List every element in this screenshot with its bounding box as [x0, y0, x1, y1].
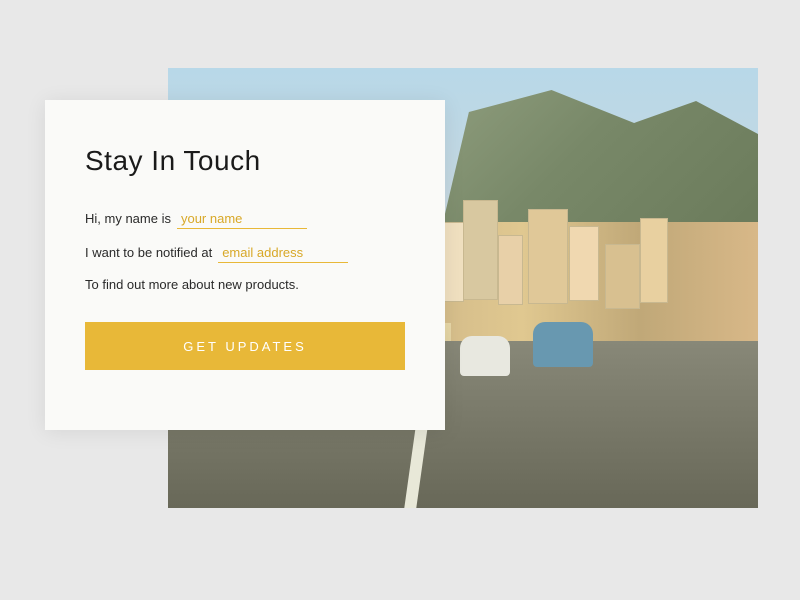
email-prefix-label: I want to be notified at: [85, 245, 212, 260]
name-input[interactable]: [177, 209, 307, 229]
building: [569, 226, 599, 301]
name-prefix-label: Hi, my name is: [85, 211, 171, 226]
form-title: Stay In Touch: [85, 145, 405, 177]
car-white: [460, 336, 510, 376]
name-line: Hi, my name is: [85, 209, 405, 229]
get-updates-button[interactable]: GET UPDATES: [85, 322, 405, 370]
signup-card: Stay In Touch Hi, my name is I want to b…: [45, 100, 445, 430]
building: [605, 244, 640, 309]
building: [498, 235, 523, 305]
building: [528, 209, 568, 304]
form-description: To find out more about new products.: [85, 277, 405, 292]
building: [640, 218, 668, 303]
email-input[interactable]: [218, 243, 348, 263]
building: [463, 200, 498, 300]
email-line: I want to be notified at: [85, 243, 405, 263]
car-blue: [533, 322, 593, 367]
